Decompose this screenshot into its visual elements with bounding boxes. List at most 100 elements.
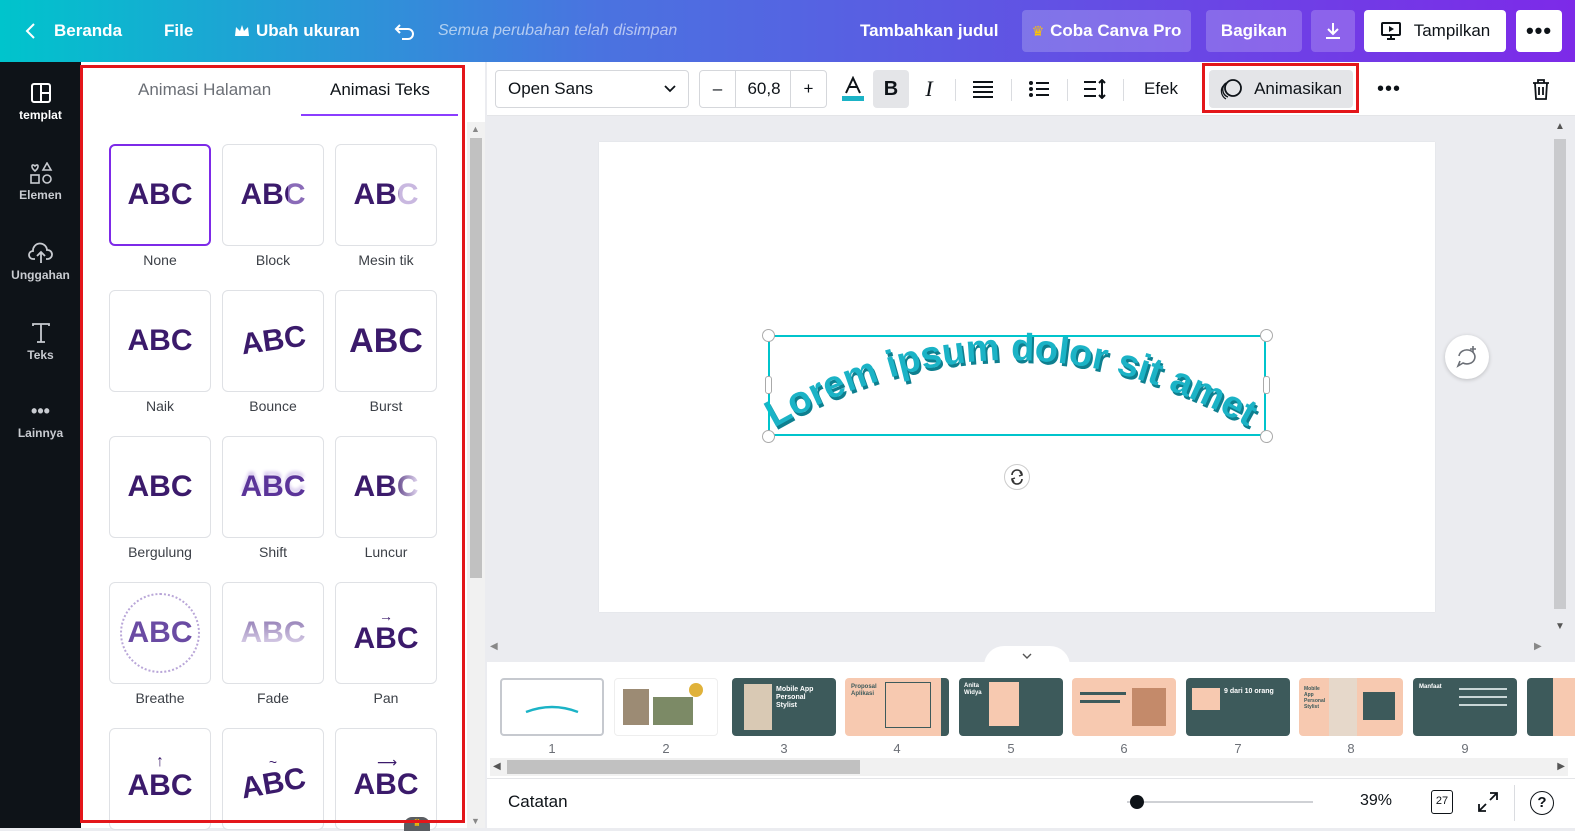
- chevron-down-icon: [664, 85, 676, 93]
- page-thumbnail-5[interactable]: Anita Widya: [959, 678, 1063, 736]
- side-handle[interactable]: [765, 376, 772, 394]
- page-thumbnail-9[interactable]: Manfaat: [1413, 678, 1517, 736]
- canvas-scrollbar[interactable]: ▲ ▼: [1552, 117, 1568, 637]
- animation-card-shift[interactable]: ABC: [222, 436, 324, 538]
- font-selector[interactable]: Open Sans: [495, 70, 689, 108]
- rotate-handle[interactable]: [1004, 464, 1030, 490]
- page-thumbnail-6[interactable]: [1072, 678, 1176, 736]
- page-thumbnail-2[interactable]: [614, 678, 718, 736]
- animation-card-wave[interactable]: ~ ABC: [222, 728, 324, 830]
- page-thumbnail-3[interactable]: Mobile App Personal Stylist: [732, 678, 836, 736]
- spacing-button[interactable]: [1079, 70, 1111, 108]
- bottom-bar: Catatan 39% 27 ?: [487, 778, 1575, 828]
- animation-card-slide[interactable]: ABC: [335, 436, 437, 538]
- page-count-button[interactable]: 27: [1431, 790, 1453, 814]
- text-color-button[interactable]: [837, 70, 869, 108]
- font-size-input[interactable]: 60,8: [736, 79, 792, 99]
- resize-handle[interactable]: [1260, 430, 1273, 443]
- scroll-up-arrow[interactable]: ▲: [471, 124, 480, 134]
- file-menu[interactable]: File: [164, 0, 193, 62]
- card-label: Breathe: [135, 690, 185, 706]
- scroll-down-arrow[interactable]: ▼: [471, 816, 480, 826]
- page-thumbnail-10[interactable]: [1527, 678, 1575, 736]
- thumbnail-line: [1080, 692, 1126, 695]
- bold-button[interactable]: B: [873, 70, 909, 108]
- rail-item-more[interactable]: ••• Lainnya: [0, 382, 81, 462]
- page-thumbnail-8[interactable]: Mobile App Personal Stylist: [1299, 678, 1403, 736]
- help-button[interactable]: ?: [1530, 791, 1554, 815]
- home-button[interactable]: Beranda: [24, 0, 122, 62]
- scrollbar-thumb[interactable]: [470, 138, 482, 578]
- zoom-slider-handle[interactable]: [1130, 795, 1144, 809]
- fullscreen-button[interactable]: [1477, 791, 1499, 818]
- scroll-right-arrow[interactable]: ▶: [1557, 761, 1565, 772]
- scroll-left-arrow[interactable]: ◀: [493, 761, 501, 772]
- animation-card-fade[interactable]: ABC: [222, 582, 324, 684]
- panel-scrollbar[interactable]: ▲ ▼: [467, 122, 485, 828]
- align-button[interactable]: [967, 70, 999, 108]
- resize-button[interactable]: Ubah ukuran: [234, 0, 360, 62]
- try-pro-button[interactable]: ♛ Coba Canva Pro: [1022, 10, 1191, 52]
- animation-card-burst[interactable]: ABC: [335, 290, 437, 392]
- tab-page-animation[interactable]: Animasi Halaman: [138, 80, 271, 100]
- delete-button[interactable]: [1523, 70, 1559, 108]
- thumbnail-line: [1080, 700, 1120, 703]
- thumbnail-preview: [525, 705, 579, 714]
- side-handle[interactable]: [1263, 376, 1270, 394]
- notes-button[interactable]: Catatan: [508, 792, 568, 812]
- italic-button[interactable]: I: [913, 70, 945, 108]
- page-number: 2: [662, 741, 670, 756]
- animation-card-roll[interactable]: ABC: [109, 436, 211, 538]
- list-button[interactable]: [1023, 70, 1055, 108]
- animation-card-pan-right[interactable]: ⟶ ABC ♛: [335, 728, 437, 831]
- effects-button[interactable]: Efek: [1135, 70, 1187, 108]
- animation-card-typewriter[interactable]: ABC: [335, 144, 437, 246]
- card-sample: ABC: [240, 616, 306, 649]
- scrollbar-thumb[interactable]: [507, 760, 860, 774]
- undo-button[interactable]: [394, 0, 416, 62]
- animation-card-rise[interactable]: ABC: [109, 290, 211, 392]
- animation-card-breathe[interactable]: ABC: [109, 582, 211, 684]
- share-button[interactable]: Bagikan: [1206, 10, 1302, 52]
- animation-card-pan[interactable]: → ABC: [335, 582, 437, 684]
- scroll-right-arrow[interactable]: ▶: [1534, 641, 1542, 652]
- animation-card-block[interactable]: ABC: [222, 144, 324, 246]
- animation-card-lift[interactable]: ↑ ABC: [109, 728, 211, 830]
- animation-card-none[interactable]: ABC: [109, 144, 211, 246]
- page-number: 4: [893, 741, 901, 756]
- zoom-slider[interactable]: [1127, 801, 1313, 803]
- page-thumbnail-1[interactable]: [500, 678, 604, 736]
- page-thumbnail-7[interactable]: 9 dari 10 orang: [1186, 678, 1290, 736]
- scroll-down-arrow[interactable]: ▼: [1555, 621, 1565, 632]
- photo-placeholder: [623, 689, 649, 725]
- thumbnail-box: [1192, 688, 1220, 710]
- present-button[interactable]: Tampilkan: [1364, 10, 1506, 52]
- animate-highlight-box: [1202, 63, 1359, 113]
- animation-card-bounce[interactable]: ABC: [222, 290, 324, 392]
- add-comment-button[interactable]: [1445, 335, 1489, 379]
- rail-item-elements[interactable]: Elemen: [0, 142, 81, 222]
- scroll-left-arrow[interactable]: ◀: [490, 641, 498, 652]
- zoom-percentage[interactable]: 39%: [1360, 792, 1392, 810]
- scroll-up-arrow[interactable]: ▲: [1555, 121, 1565, 132]
- rail-label: templat: [19, 108, 62, 122]
- download-button[interactable]: [1311, 10, 1355, 52]
- scrollbar-thumb[interactable]: [1554, 139, 1566, 609]
- increase-size-button[interactable]: +: [790, 71, 826, 107]
- more-options-button[interactable]: •••: [1516, 10, 1562, 52]
- filmstrip-scrollbar[interactable]: ◀ ▶: [490, 758, 1568, 776]
- more-toolbar-button[interactable]: •••: [1369, 70, 1409, 108]
- page-thumbnail-4[interactable]: Proposal Aplikasi: [845, 678, 949, 736]
- card-sample: ABC: [127, 769, 193, 802]
- rail-item-templates[interactable]: templat: [0, 62, 81, 142]
- top-bar: Beranda File Ubah ukuran Semua perubahan…: [0, 0, 1575, 62]
- decrease-size-button[interactable]: –: [700, 71, 736, 107]
- resize-handle[interactable]: [1260, 329, 1273, 342]
- resize-handle[interactable]: [762, 430, 775, 443]
- text-icon: [31, 323, 50, 343]
- design-title[interactable]: Tambahkan judul: [860, 0, 999, 62]
- rail-item-uploads[interactable]: Unggahan: [0, 222, 81, 302]
- tab-text-animation[interactable]: Animasi Teks: [330, 80, 430, 100]
- rail-item-text[interactable]: Teks: [0, 302, 81, 382]
- resize-handle[interactable]: [762, 329, 775, 342]
